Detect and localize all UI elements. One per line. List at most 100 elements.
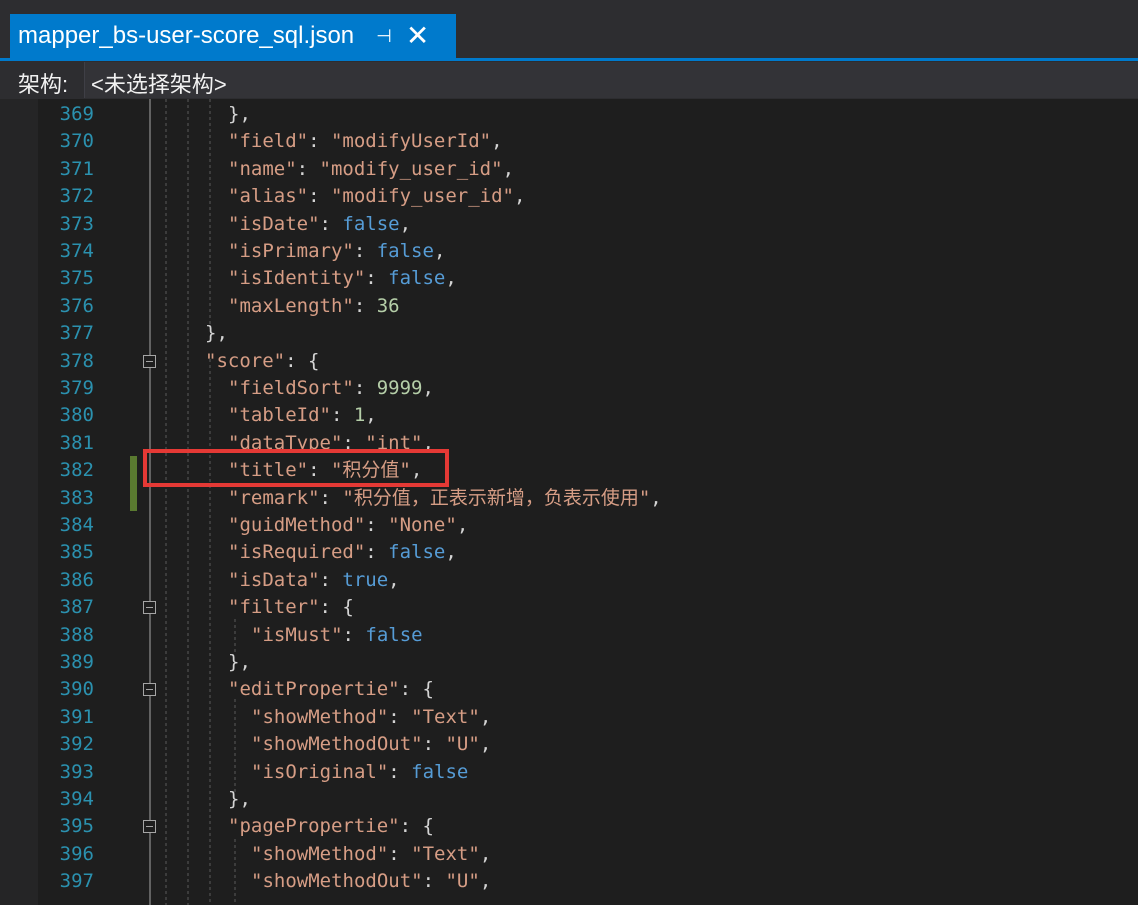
code-line[interactable]: 390 "editPropertie": { [0,676,1138,703]
line-number: 381 [59,431,94,454]
pin-icon[interactable]: ⊣ [376,26,392,47]
line-number: 373 [59,212,94,235]
collapse-icon[interactable] [143,354,156,368]
code-text: "remark": "积分值，正表示新增，负表示使用", [228,485,662,512]
code-text: }, [228,786,251,813]
code-token: "isRequired" [228,541,366,564]
code-text: "filter": { [228,594,354,621]
code-token: 1 [353,404,366,427]
code-text: "isIdentity": false, [228,265,457,292]
code-token: }, [228,788,251,810]
code-token: : [296,157,320,180]
line-number: 396 [59,842,94,865]
line-number: 386 [59,568,94,591]
schema-dropdown[interactable]: <未选择架构> [84,62,1138,98]
line-number: 380 [59,404,94,427]
code-line[interactable]: 377}, [0,320,1138,347]
code-token: : [388,705,412,728]
code-line[interactable]: 391 "showMethod": "Text", [0,704,1138,731]
code-line[interactable]: 379 "fieldSort": 9999, [0,375,1138,402]
collapse-icon[interactable] [143,820,156,834]
line-number: 391 [59,705,94,728]
code-token: , [479,842,492,865]
line-number: 395 [59,815,94,838]
code-line[interactable]: 373 "isDate": false, [0,211,1138,238]
code-token: : [319,212,343,235]
code-token: "maxLength" [228,294,354,317]
code-token: : [422,870,446,893]
code-text: "showMethodOut": "U", [251,868,491,895]
code-token: 9999 [376,377,423,399]
document-tab[interactable]: mapper_bs-user-score_sql.json ⊣ ✕ [10,14,456,58]
code-token: "showMethodOut" [251,733,423,756]
code-token: : [308,130,331,153]
code-line[interactable]: 386 "isData": true, [0,567,1138,594]
line-number: 375 [59,267,94,290]
code-line[interactable]: 378 "score": { [0,348,1138,375]
code-line[interactable]: 385 "isRequired": false, [0,539,1138,566]
code-line[interactable]: 383 "remark": "积分值，正表示新增，负表示使用", [0,485,1138,512]
line-number: 388 [59,623,94,646]
code-token: , [445,541,457,564]
document-tab-strip: mapper_bs-user-score_sql.json ⊣ ✕ [0,0,1138,58]
code-text: "isPrimary": false, [228,238,445,265]
code-line[interactable]: 371 "name": "modify_user_id", [0,156,1138,183]
schema-dropdown-value: <未选择架构> [91,72,227,97]
code-line[interactable]: 387 "filter": { [0,594,1138,621]
code-line[interactable]: 397 "showMethodOut": "U", [0,868,1138,895]
line-number: 384 [59,514,94,536]
code-token: "score" [205,349,286,372]
code-line[interactable]: 394}, [0,786,1138,813]
code-line[interactable]: 374 "isPrimary": false, [0,238,1138,265]
code-token: "积分值，正表示新增，负表示使用" [342,486,651,509]
code-token: , [365,404,377,427]
code-text: "showMethod": "Text", [251,841,491,868]
code-line[interactable]: 396 "showMethod": "Text", [0,841,1138,868]
code-text: "pagePropertie": { [228,813,434,840]
code-text: "isDate": false, [228,211,411,238]
line-number: 390 [59,678,94,701]
code-token: false [376,240,434,262]
code-text: "isRequired": false, [228,539,457,566]
code-token: "modify_user_id" [330,185,514,208]
code-line[interactable]: 372 "alias": "modify_user_id", [0,183,1138,210]
code-line[interactable]: 392 "showMethodOut": "U", [0,731,1138,758]
code-token: : { [319,596,354,619]
code-line[interactable]: 380 "tableId": 1, [0,402,1138,429]
line-number: 392 [59,733,94,756]
code-line[interactable]: 388 "isMust": false [0,622,1138,649]
code-editor[interactable]: 369}, 370 "field": "modifyUserId", 371 "name… [0,99,1138,905]
code-token: true [342,568,389,591]
code-token: , [491,130,503,153]
tab-title[interactable]: mapper_bs-user-score_sql.json [10,22,354,50]
code-token: }, [228,103,251,125]
code-line[interactable]: 376 "maxLength": 36 [0,293,1138,320]
code-token: , [456,514,469,536]
code-token: "alias" [228,185,309,208]
code-token: "isDate" [228,212,320,235]
code-line[interactable]: 393 "isOriginal": false [0,759,1138,786]
line-number: 382 [59,459,94,482]
code-line[interactable]: 395 "pagePropertie": { [0,813,1138,840]
line-number: 372 [59,185,94,208]
collapse-icon[interactable] [143,683,156,697]
code-text: "isMust": false [251,622,423,649]
code-token: "U" [445,870,480,893]
code-token: : [365,514,389,536]
code-token: "name" [228,157,297,180]
code-line[interactable]: 369}, [0,101,1138,128]
code-line[interactable]: 384 "guidMethod": "None", [0,512,1138,539]
line-number: 370 [59,130,94,153]
code-line[interactable]: 389}, [0,649,1138,676]
collapse-icon[interactable] [143,601,156,615]
code-token: "isOriginal" [251,760,389,783]
code-token: false [388,541,446,564]
code-line[interactable]: 375 "isIdentity": false, [0,265,1138,292]
code-text: "isData": true, [228,567,400,594]
code-token: : { [399,815,434,838]
code-line[interactable]: 370 "field": "modifyUserId", [0,128,1138,155]
code-token: : [319,486,343,509]
code-token: "showMethod" [251,705,389,728]
close-icon[interactable]: ✕ [406,22,429,50]
code-text: "isOriginal": false [251,759,468,786]
